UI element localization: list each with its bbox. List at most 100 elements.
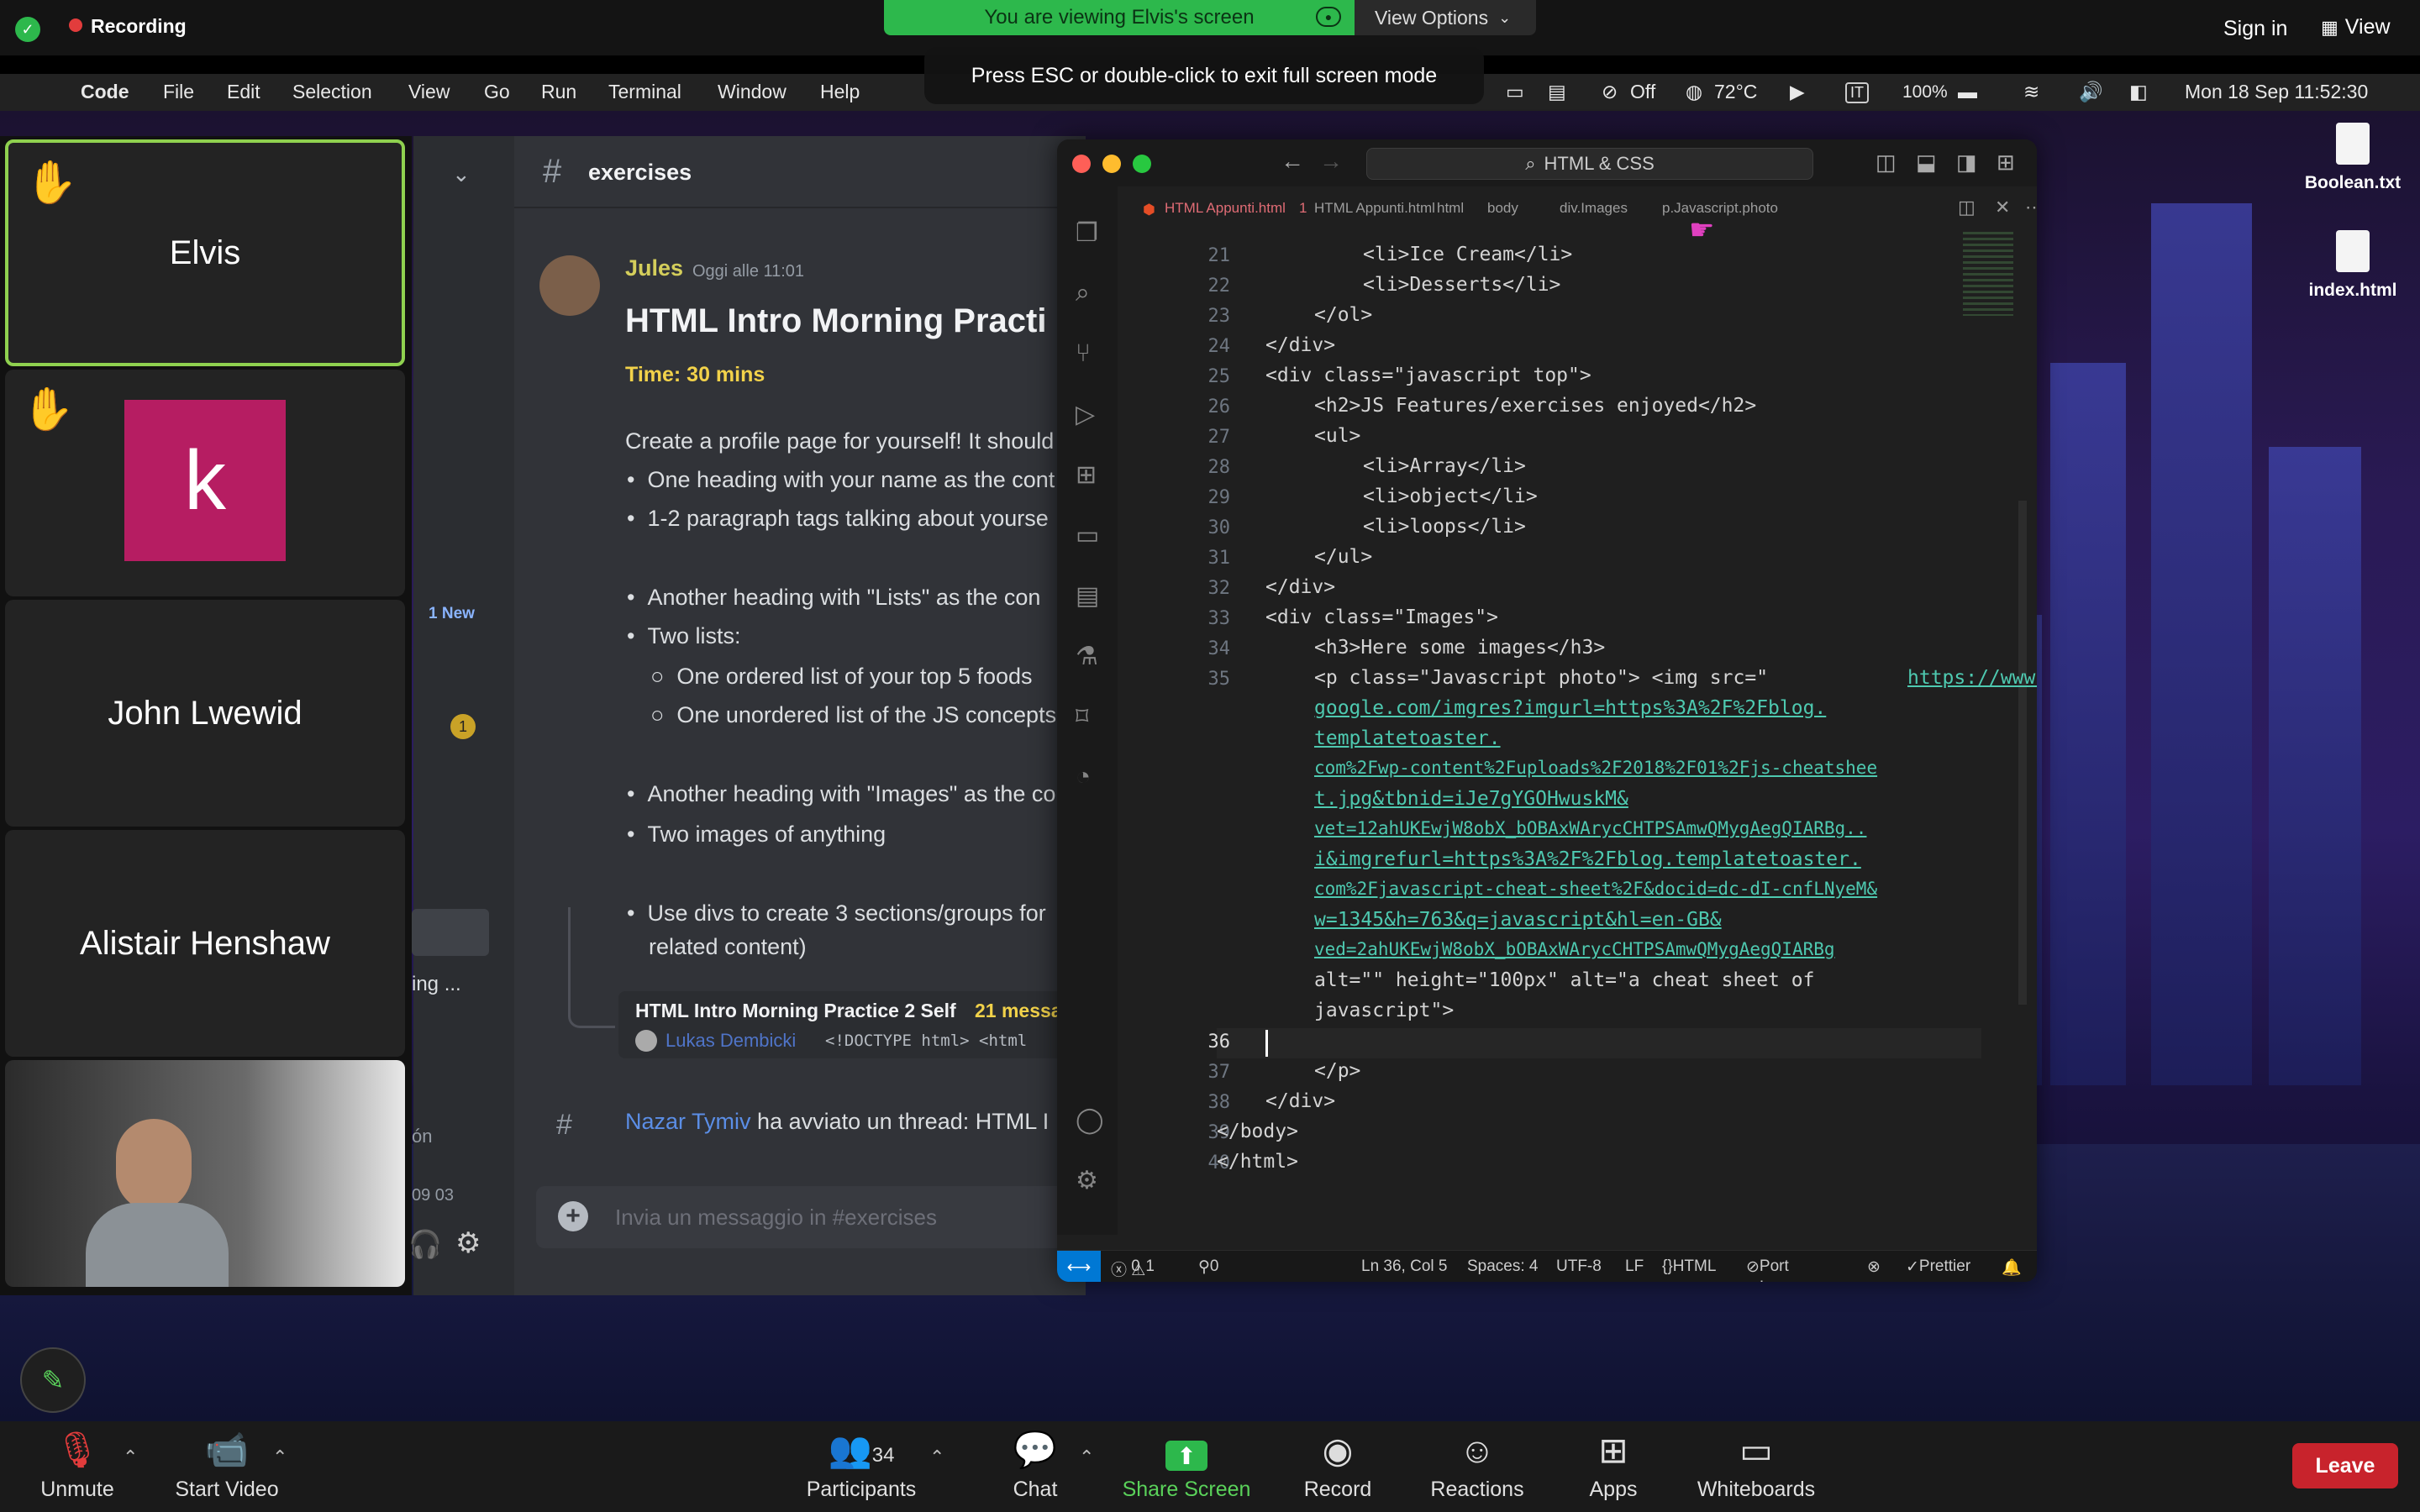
problems-indicator[interactable]: ⓧ 0 ⚠ 1 bbox=[1111, 1257, 1155, 1280]
desktop-file-boolean[interactable]: Boolean.txt bbox=[2294, 123, 2412, 193]
clock-datetime[interactable]: Mon 18 Sep 11:52:30 bbox=[2185, 81, 2368, 103]
customize-layout-icon[interactable]: ⊞ bbox=[1996, 150, 2015, 176]
message-author[interactable]: Jules bbox=[625, 255, 683, 281]
play-icon[interactable]: ▶ bbox=[1790, 81, 1805, 103]
message-composer[interactable]: + Invia un messaggio in #exercises bbox=[536, 1186, 1086, 1248]
toggle-sidebar-icon[interactable]: ◫ bbox=[1876, 150, 1897, 176]
more-actions-icon[interactable]: ⋯ bbox=[2025, 197, 2037, 218]
leave-button[interactable]: Leave bbox=[2292, 1443, 2398, 1488]
menu-terminal[interactable]: Terminal bbox=[608, 81, 681, 103]
volume-icon[interactable]: 🔊 bbox=[2079, 81, 2103, 103]
split-editor-icon[interactable]: ◫ bbox=[1958, 197, 1975, 218]
no-bell-icon[interactable]: ⊗ bbox=[1867, 1257, 1881, 1277]
breadcrumb-html[interactable]: html bbox=[1437, 200, 1464, 217]
code-line[interactable]: <li>Ice Cream</li> bbox=[1363, 244, 1572, 265]
close-window-button[interactable] bbox=[1072, 155, 1091, 173]
gear-icon[interactable]: ⚙ bbox=[1076, 1166, 1098, 1195]
breadcrumb-file[interactable]: HTML Appunti.html bbox=[1165, 200, 1286, 217]
monitor-icon[interactable]: ▭ bbox=[1506, 81, 1524, 103]
chat-button[interactable]: 💬 Chat bbox=[1000, 1421, 1071, 1512]
menu-help[interactable]: Help bbox=[820, 81, 860, 103]
indentation[interactable]: Spaces: 4 bbox=[1467, 1257, 1539, 1276]
code-line[interactable]: </div> bbox=[1265, 1090, 1335, 1112]
notifications-icon[interactable]: 🔔 bbox=[2002, 1257, 2022, 1278]
command-center-search[interactable]: ⌕ HTML & CSS bbox=[1366, 148, 1813, 180]
breadcrumb-body[interactable]: body bbox=[1487, 200, 1518, 217]
code-line[interactable]: </div> bbox=[1265, 576, 1335, 598]
timeline-icon[interactable]: ◔ bbox=[1076, 763, 1091, 791]
source-control-icon[interactable]: ⑂ bbox=[1076, 339, 1091, 368]
code-line[interactable]: <p class="Javascript photo"> <img src=" bbox=[1314, 667, 1768, 689]
code-url[interactable]: com%2Fwp-content%2Fuploads%2F2018%2F01%2… bbox=[1314, 758, 1877, 778]
encoding[interactable]: UTF-8 bbox=[1556, 1257, 1602, 1276]
participant-tile-alistair[interactable]: Alistair Henshaw bbox=[5, 830, 405, 1057]
back-arrow-icon[interactable]: ← bbox=[1281, 148, 1304, 175]
code-line[interactable]: <li>loops</li> bbox=[1363, 516, 1526, 538]
cursor-position[interactable]: Ln 36, Col 5 bbox=[1361, 1257, 1447, 1276]
whiteboards-button[interactable]: ▭ Whiteboards bbox=[1691, 1421, 1822, 1512]
code-url[interactable]: i&imgrefurl=https%3A%2F%2Fblog.templatet… bbox=[1314, 848, 1861, 870]
sign-in-button[interactable]: Sign in bbox=[2223, 17, 2287, 41]
menu-go[interactable]: Go bbox=[484, 81, 510, 103]
participant-tile-elvis[interactable]: ✋ Elvis bbox=[5, 139, 405, 366]
code-url[interactable]: google.com/imgres?imgurl=https%3A%2F%2Fb… bbox=[1314, 697, 1826, 719]
code-line[interactable]: <h3>Here some images</h3> bbox=[1314, 637, 1605, 659]
code-line[interactable]: <li>Desserts</li> bbox=[1363, 274, 1560, 296]
code-line[interactable]: </p> bbox=[1314, 1060, 1360, 1082]
desktop-file-index[interactable]: index.html bbox=[2294, 230, 2412, 301]
battery-icon[interactable]: ▬ bbox=[1958, 81, 1977, 103]
language-mode[interactable]: {} HTML bbox=[1662, 1257, 1716, 1276]
code-url[interactable]: t.jpg&tbnid=iJe7gYGOHwuskM& bbox=[1314, 788, 1628, 810]
view-options-button[interactable]: View Options ⌄ bbox=[1355, 0, 1536, 35]
bookmark-icon[interactable]: ⌑ bbox=[1076, 702, 1088, 732]
reactions-button[interactable]: ☺ Reactions bbox=[1425, 1421, 1529, 1512]
record-button[interactable]: ◉ Record bbox=[1296, 1421, 1380, 1512]
new-badge[interactable]: 1 New bbox=[429, 605, 475, 623]
code-line[interactable]: <h2>JS Features/exercises enjoyed</h2> bbox=[1314, 395, 1756, 417]
security-shield-icon[interactable]: ✓ bbox=[15, 17, 40, 42]
headphones-icon[interactable]: 🎧 bbox=[408, 1228, 442, 1260]
unmute-button[interactable]: 🎙 Unmute bbox=[32, 1421, 123, 1512]
breadcrumb-p-photo[interactable]: p.Javascript.photo bbox=[1662, 200, 1778, 217]
code-line[interactable]: </ul> bbox=[1314, 546, 1372, 568]
chevron-up-icon[interactable]: ⌃ bbox=[123, 1446, 138, 1468]
maximize-window-button[interactable] bbox=[1133, 155, 1151, 173]
participant-video-tile[interactable] bbox=[5, 1060, 405, 1287]
remote-indicator-icon[interactable]: ⟷ bbox=[1057, 1251, 1101, 1282]
menu-run[interactable]: Run bbox=[541, 81, 576, 103]
code-line[interactable]: </ol> bbox=[1314, 304, 1372, 326]
extensions-icon[interactable]: ⊞ bbox=[1076, 460, 1097, 490]
minimize-window-button[interactable] bbox=[1102, 155, 1121, 173]
code-url[interactable]: templatetoaster. bbox=[1314, 727, 1501, 749]
start-video-button[interactable]: 📹 Start Video bbox=[166, 1421, 287, 1512]
view-button[interactable]: ▦ View bbox=[2321, 15, 2391, 39]
share-screen-button[interactable]: ⬆ Share Screen bbox=[1119, 1421, 1254, 1512]
code-line[interactable]: alt="" height="100px" alt="a cheat sheet… bbox=[1314, 969, 1814, 991]
code-line[interactable]: <li>object</li> bbox=[1363, 486, 1538, 507]
code-url[interactable]: com%2Fjavascript-cheat-sheet%2F&docid=dc… bbox=[1314, 879, 1877, 899]
breadcrumb-div-images[interactable]: div.Images bbox=[1560, 200, 1628, 217]
breadcrumb-file[interactable]: HTML Appunti.html bbox=[1314, 200, 1435, 217]
chevron-up-icon[interactable]: ⌃ bbox=[1079, 1446, 1094, 1468]
code-url[interactable]: https://www. bbox=[1907, 667, 2037, 689]
code-line[interactable]: <div class="Images"> bbox=[1265, 606, 1498, 628]
wallet-icon[interactable]: ▤ bbox=[1548, 81, 1566, 103]
explorer-icon[interactable]: ❐ bbox=[1076, 218, 1098, 248]
code-url[interactable]: ved=2ahUKEwjW8obX_bOBAxWArycCHTPSAmwQMyg… bbox=[1314, 939, 1835, 959]
chevron-up-icon[interactable]: ⌃ bbox=[272, 1446, 287, 1468]
ports-indicator[interactable]: ⚲ 0 bbox=[1198, 1257, 1219, 1277]
code-line[interactable]: </body> bbox=[1217, 1121, 1298, 1142]
menu-view[interactable]: View bbox=[408, 81, 450, 103]
code-line[interactable]: <div class="javascript top"> bbox=[1265, 365, 1591, 386]
input-language[interactable]: IT bbox=[1845, 82, 1869, 103]
control-center-icon[interactable]: ◧ bbox=[2129, 81, 2148, 103]
account-icon[interactable]: ◯ bbox=[1076, 1105, 1104, 1135]
folder-icon[interactable]: ▤ bbox=[1076, 581, 1099, 611]
testing-icon[interactable]: ⚗ bbox=[1076, 642, 1098, 671]
code-line[interactable]: javascript"> bbox=[1314, 1000, 1454, 1021]
chevron-up-icon[interactable]: ⌃ bbox=[929, 1446, 944, 1468]
add-attachment-icon[interactable]: + bbox=[558, 1201, 588, 1231]
system-user[interactable]: Nazar Tymiv bbox=[625, 1109, 751, 1134]
code-line[interactable]: </div> bbox=[1265, 334, 1335, 356]
menu-edit[interactable]: Edit bbox=[227, 81, 260, 103]
